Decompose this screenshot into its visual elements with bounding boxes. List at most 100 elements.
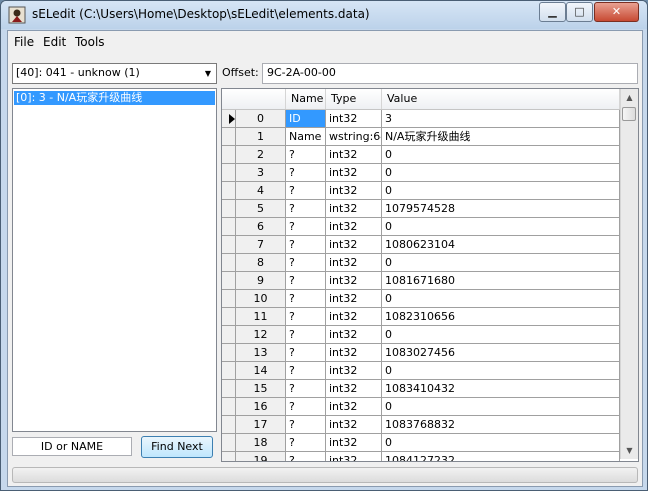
list-selector-dropdown[interactable]: [40]: 041 - unknow (1) ▼ xyxy=(12,63,217,84)
cell-type[interactable]: int32 xyxy=(326,398,382,416)
table-row[interactable]: 8? int32 0 xyxy=(222,254,620,272)
table-row[interactable]: 13? int32 1083027456 xyxy=(222,344,620,362)
menu-tools[interactable]: Tools xyxy=(75,35,105,49)
table-row[interactable]: 12? int32 0 xyxy=(222,326,620,344)
cell-type[interactable]: int32 xyxy=(326,254,382,272)
cell-value[interactable]: 1079574528 xyxy=(382,200,620,218)
cell-type[interactable]: int32 xyxy=(326,362,382,380)
cell-index[interactable]: 10 xyxy=(236,290,286,308)
table-row[interactable]: 0 ID int32 3 xyxy=(222,110,620,128)
cell-name[interactable]: ? xyxy=(286,254,326,272)
cell-value[interactable]: 0 xyxy=(382,290,620,308)
cell-type[interactable]: int32 xyxy=(326,434,382,452)
cell-value[interactable]: 0 xyxy=(382,398,620,416)
header-value[interactable]: Value xyxy=(382,89,620,109)
minimize-button[interactable]: ▁ xyxy=(539,2,566,22)
cell-name[interactable]: Name xyxy=(286,128,326,146)
cell-type[interactable]: int32 xyxy=(326,218,382,236)
cell-name[interactable]: ? xyxy=(286,164,326,182)
maximize-button[interactable]: □ xyxy=(566,2,593,22)
cell-name[interactable]: ? xyxy=(286,272,326,290)
cell-value[interactable]: N/A玩家升级曲线 xyxy=(382,128,620,146)
cell-name[interactable]: ? xyxy=(286,434,326,452)
cell-value[interactable]: 1082310656 xyxy=(382,308,620,326)
table-row[interactable]: 18? int32 0 xyxy=(222,434,620,452)
table-row[interactable]: 9? int32 1081671680 xyxy=(222,272,620,290)
cell-index[interactable]: 12 xyxy=(236,326,286,344)
find-next-button[interactable]: Find Next xyxy=(141,436,213,458)
cell-name[interactable]: ? xyxy=(286,416,326,434)
cell-name[interactable]: ? xyxy=(286,218,326,236)
scroll-up-icon[interactable]: ▲ xyxy=(621,89,638,106)
cell-name[interactable]: ? xyxy=(286,146,326,164)
cell-type[interactable]: wstring:64 xyxy=(326,128,382,146)
cell-type[interactable]: int32 xyxy=(326,182,382,200)
cell-type[interactable]: int32 xyxy=(326,308,382,326)
table-row[interactable]: 10? int32 0 xyxy=(222,290,620,308)
cell-name[interactable]: ? xyxy=(286,200,326,218)
cell-index[interactable]: 4 xyxy=(236,182,286,200)
cell-value[interactable]: 1084127232 xyxy=(382,452,620,461)
cell-type[interactable]: int32 xyxy=(326,110,382,128)
table-row[interactable]: 14? int32 0 xyxy=(222,362,620,380)
cell-type[interactable]: int32 xyxy=(326,344,382,362)
table-row[interactable]: 16? int32 0 xyxy=(222,398,620,416)
cell-index[interactable]: 19 xyxy=(236,452,286,461)
items-list[interactable]: [0]: 3 - N/A玩家升级曲线 xyxy=(12,88,217,432)
scroll-thumb[interactable] xyxy=(622,107,636,121)
cell-index[interactable]: 6 xyxy=(236,218,286,236)
cell-type[interactable]: int32 xyxy=(326,236,382,254)
cell-value[interactable]: 1081671680 xyxy=(382,272,620,290)
cell-value[interactable]: 1083768832 xyxy=(382,416,620,434)
cell-name[interactable]: ? xyxy=(286,290,326,308)
cell-index[interactable]: 3 xyxy=(236,164,286,182)
title-bar[interactable]: sELedit (C:\Users\Home\Desktop\sELedit\e… xyxy=(1,1,647,29)
cell-index[interactable]: 5 xyxy=(236,200,286,218)
cell-value[interactable]: 0 xyxy=(382,326,620,344)
cell-index[interactable]: 18 xyxy=(236,434,286,452)
cell-index[interactable]: 2 xyxy=(236,146,286,164)
cell-name[interactable]: ? xyxy=(286,398,326,416)
cell-type[interactable]: int32 xyxy=(326,380,382,398)
cell-index[interactable]: 1 xyxy=(236,128,286,146)
cell-value[interactable]: 0 xyxy=(382,218,620,236)
header-type[interactable]: Type xyxy=(326,89,382,109)
close-button[interactable]: ✕ xyxy=(594,2,639,22)
table-row[interactable]: 19? int32 1084127232 xyxy=(222,452,620,461)
cell-name[interactable]: ? xyxy=(286,362,326,380)
cell-name[interactable]: ? xyxy=(286,344,326,362)
cell-name[interactable]: ? xyxy=(286,326,326,344)
cell-index[interactable]: 14 xyxy=(236,362,286,380)
table-row[interactable]: 6? int32 0 xyxy=(222,218,620,236)
cell-type[interactable]: int32 xyxy=(326,290,382,308)
cell-value[interactable]: 0 xyxy=(382,434,620,452)
scroll-down-icon[interactable]: ▼ xyxy=(621,442,638,459)
cell-type[interactable]: int32 xyxy=(326,326,382,344)
cell-value[interactable]: 0 xyxy=(382,182,620,200)
table-row[interactable]: 3? int32 0 xyxy=(222,164,620,182)
cell-value[interactable]: 0 xyxy=(382,164,620,182)
cell-index[interactable]: 16 xyxy=(236,398,286,416)
table-row[interactable]: 2? int32 0 xyxy=(222,146,620,164)
table-row[interactable]: 15? int32 1083410432 xyxy=(222,380,620,398)
cell-name[interactable]: ? xyxy=(286,380,326,398)
table-row[interactable]: 5? int32 1079574528 xyxy=(222,200,620,218)
cell-name[interactable]: ? xyxy=(286,308,326,326)
table-row[interactable]: 4? int32 0 xyxy=(222,182,620,200)
cell-index[interactable]: 17 xyxy=(236,416,286,434)
cell-type[interactable]: int32 xyxy=(326,452,382,461)
chevron-down-icon[interactable]: ▼ xyxy=(200,64,216,83)
search-input[interactable] xyxy=(12,437,132,456)
cell-index[interactable]: 13 xyxy=(236,344,286,362)
cell-value[interactable]: 0 xyxy=(382,362,620,380)
cell-value[interactable]: 3 xyxy=(382,110,620,128)
cell-type[interactable]: int32 xyxy=(326,146,382,164)
table-row[interactable]: 11? int32 1082310656 xyxy=(222,308,620,326)
cell-name[interactable]: ? xyxy=(286,452,326,461)
offset-field[interactable]: 9C-2A-00-00 xyxy=(262,63,638,84)
cell-name[interactable]: ? xyxy=(286,236,326,254)
cell-name[interactable]: ? xyxy=(286,182,326,200)
cell-name[interactable]: ID xyxy=(286,110,326,128)
cell-index[interactable]: 7 xyxy=(236,236,286,254)
values-grid[interactable]: Name Type Value 0 ID int32 3 1 Name wstring:64… xyxy=(221,88,639,462)
